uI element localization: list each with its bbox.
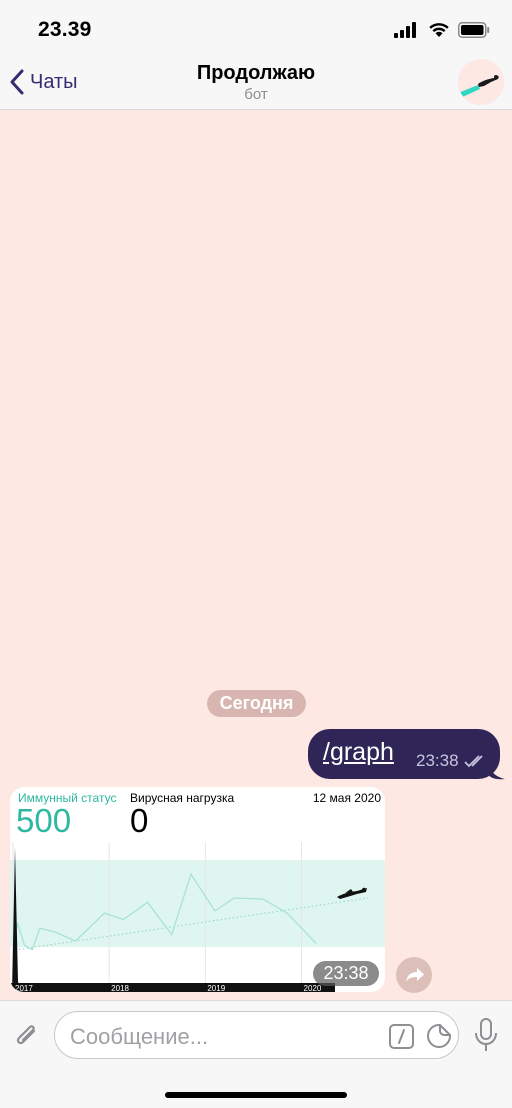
battery-icon [458,22,490,38]
wifi-icon [429,23,449,37]
slash-icon [398,1029,405,1044]
x-axis-bar [10,983,335,992]
bot-avatar[interactable] [458,59,504,105]
data-point [262,898,264,900]
status-icons [394,22,490,38]
sticker-button[interactable] [425,1022,453,1050]
viral-load-value: 0 [130,802,149,839]
date-divider: Сегодня [207,690,306,717]
data-point [103,912,105,914]
graph-date: 12 мая 2020 [312,791,381,805]
bot-command-button[interactable] [389,1024,414,1049]
photo-time: 23:38 [313,961,379,986]
chat-header: Чаты Продолжаю бот [0,56,512,110]
data-point [74,940,77,942]
data-point [190,873,192,875]
sticker-icon [427,1024,451,1048]
microphone-icon [475,1018,497,1051]
attach-button[interactable] [12,1019,42,1053]
avatar-superhero-icon [458,75,499,99]
data-point [214,910,216,912]
data-point [31,949,33,951]
data-point [233,897,235,899]
share-button[interactable] [396,957,432,993]
data-point [123,918,125,921]
data-point [23,944,26,946]
data-point [315,942,317,944]
data-point [171,934,173,936]
x-tick-label: 2017 [15,984,33,992]
chat-subtitle: бот [244,86,268,103]
data-point [17,923,19,925]
immune-status-value: 500 [16,802,72,839]
double-check-icon [464,755,483,768]
share-arrow-icon [406,968,424,982]
data-point [39,927,41,929]
paperclip-icon [16,1025,36,1045]
x-tick-label: 2020 [304,984,322,992]
home-indicator [165,1092,347,1098]
command-link[interactable]: /graph [323,738,394,767]
outgoing-message-bubble[interactable]: /graph 23:38 [308,729,500,779]
message-time: 23:38 [416,751,459,770]
message-placeholder: Сообщение... [70,1024,209,1049]
microphone-button[interactable] [472,1017,500,1053]
x-tick-label: 2019 [207,984,225,992]
chat-title[interactable]: Продолжаю [0,62,512,85]
cellular-signal-icon [394,22,416,38]
status-bar: 23.39 [0,0,512,56]
x-tick-label: 2018 [111,984,129,992]
data-point [147,901,149,903]
bubble-tail [488,762,505,780]
message-input[interactable]: Сообщение... [54,1011,459,1059]
status-time: 23.39 [38,18,92,41]
data-point [55,931,57,934]
data-point [286,912,288,914]
